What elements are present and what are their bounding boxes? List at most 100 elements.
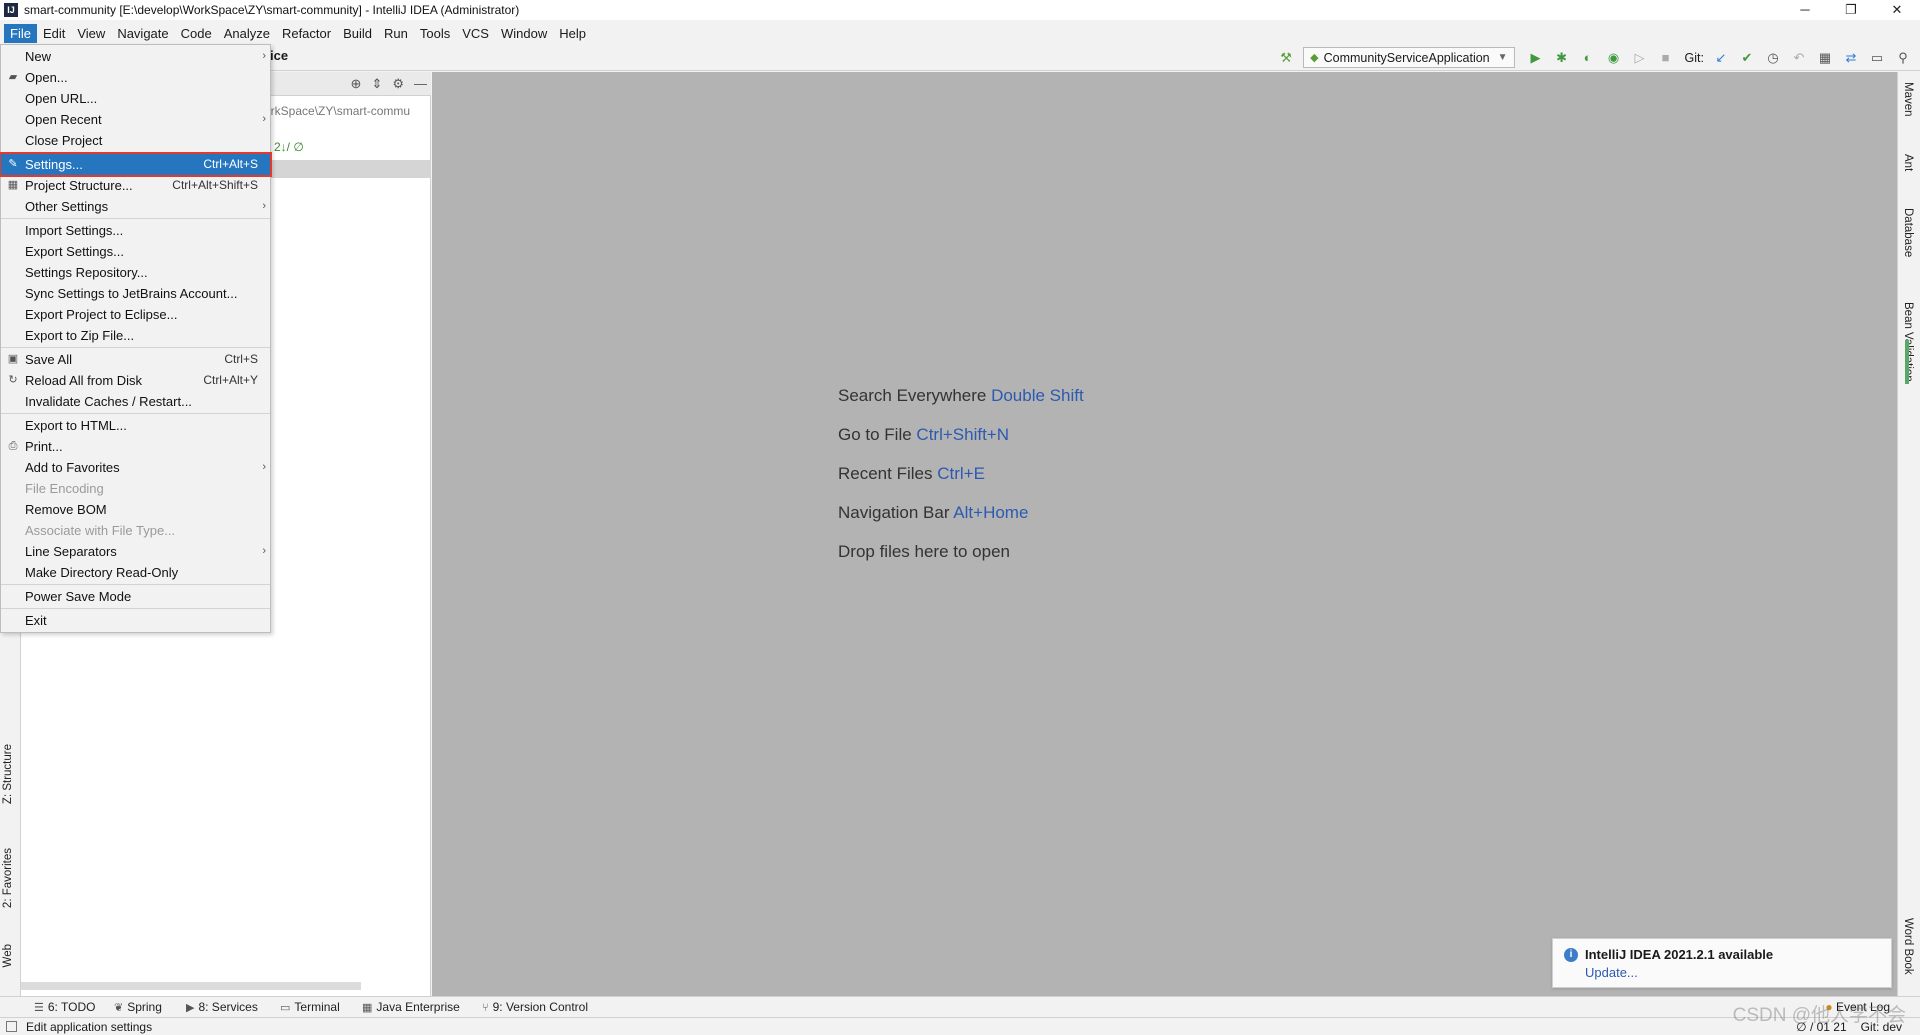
menu-item-file-encoding: File Encoding xyxy=(1,478,270,499)
menu-item-power-save-mode[interactable]: Power Save Mode xyxy=(1,586,270,607)
menu-item-label: Export to Zip File... xyxy=(25,328,135,343)
hint-search-everywhere: Search Everywhere Double Shift xyxy=(838,386,1084,405)
todo-icon: ☰ xyxy=(34,1002,44,1014)
restore-button[interactable]: ❐ xyxy=(1828,0,1874,20)
menu-item-export-project-to-eclipse[interactable]: Export Project to Eclipse... xyxy=(1,304,270,325)
hint-recent-files: Recent Files Ctrl+E xyxy=(838,464,985,483)
coverage-icon[interactable]: ◐ xyxy=(1577,47,1599,69)
menu-item-shortcut: Ctrl+S xyxy=(224,352,258,366)
menu-build[interactable]: Build xyxy=(337,24,378,43)
menu-run[interactable]: Run xyxy=(378,24,414,43)
menu-item-settings-repository[interactable]: Settings Repository... xyxy=(1,262,270,283)
bottom-tool-tabs: ☰ 6: TODO ❦ Spring ▶ 8: Services ▭ Terminal … xyxy=(0,996,1920,1017)
run-config-label: CommunityServiceApplication xyxy=(1323,50,1490,65)
menu-help[interactable]: Help xyxy=(553,24,592,43)
menu-item-export-settings[interactable]: Export Settings... xyxy=(1,241,270,262)
run-icon[interactable]: ▶ xyxy=(1525,47,1547,69)
hide-icon[interactable]: — xyxy=(414,76,427,92)
stop-icon[interactable]: ■ xyxy=(1655,47,1677,69)
menu-item-label: Settings... xyxy=(25,157,83,172)
menu-item-settings[interactable]: ✎ Settings... Ctrl+Alt+S xyxy=(0,152,272,177)
terminal-icon: ▭ xyxy=(280,1002,291,1014)
project-root-path: orkSpace\ZY\smart-commu xyxy=(264,104,411,118)
menu-analyze[interactable]: Analyze xyxy=(218,24,276,43)
menu-item-invalidate-caches-restart[interactable]: Invalidate Caches / Restart... xyxy=(1,391,270,412)
tab-web[interactable]: Web xyxy=(2,944,14,967)
search-icon[interactable]: ⚲ xyxy=(1892,47,1914,69)
menu-item-label: File Encoding xyxy=(25,481,104,496)
menu-file[interactable]: File xyxy=(4,23,37,43)
tab-ant[interactable]: Ant xyxy=(1902,154,1914,171)
menu-item-export-to-zip-file[interactable]: Export to Zip File... xyxy=(1,325,270,346)
menu-item-remove-bom[interactable]: Remove BOM xyxy=(1,499,270,520)
breadcrumb[interactable]: ice xyxy=(270,48,288,63)
menu-item-import-settings[interactable]: Import Settings... xyxy=(1,220,270,241)
menu-item-open-url[interactable]: Open URL... xyxy=(1,88,270,109)
run-config-select[interactable]: ◆ CommunityServiceApplication ▼ xyxy=(1303,47,1515,68)
menu-item-reload-all-from-disk[interactable]: ↻ Reload All from Disk Ctrl+Alt+Y xyxy=(1,370,270,391)
tab-services[interactable]: ▶ 8: Services xyxy=(186,1000,258,1014)
tab-todo[interactable]: ☰ 6: TODO xyxy=(34,1000,95,1014)
attach-icon[interactable]: ▷ xyxy=(1629,47,1651,69)
menu-edit[interactable]: Edit xyxy=(37,24,71,43)
menu-tools[interactable]: Tools xyxy=(414,24,456,43)
menu-item-print[interactable]: ⎙ Print... xyxy=(1,436,270,457)
tab-java-enterprise[interactable]: ▦ Java Enterprise xyxy=(362,1000,460,1014)
minimize-button[interactable]: ─ xyxy=(1782,0,1828,20)
project-structure-icon[interactable]: ▦ xyxy=(1814,47,1836,69)
git-update-icon[interactable]: ↙ xyxy=(1710,47,1732,69)
presentation-icon[interactable]: ▭ xyxy=(1866,47,1888,69)
menu-window[interactable]: Window xyxy=(495,24,553,43)
menu-item-other-settings[interactable]: Other Settings › xyxy=(1,196,270,217)
menu-item-project-structure[interactable]: ▦ Project Structure... Ctrl+Alt+Shift+S xyxy=(1,175,270,196)
menu-item-add-to-favorites[interactable]: Add to Favorites › xyxy=(1,457,270,478)
editor-empty-area[interactable]: Search Everywhere Double Shift Go to Fil… xyxy=(432,72,1897,996)
tab-structure[interactable]: Z: Structure xyxy=(2,744,14,804)
menu-item-label: Open URL... xyxy=(25,91,98,106)
menu-item-export-to-html[interactable]: Export to HTML... xyxy=(1,415,270,436)
menu-item-open-recent[interactable]: Open Recent › xyxy=(1,109,270,130)
menu-item-sync-settings-to-jetbrains-account[interactable]: Sync Settings to JetBrains Account... xyxy=(1,283,270,304)
menu-item-exit[interactable]: Exit xyxy=(1,610,270,631)
tab-spring[interactable]: ❦ Spring xyxy=(114,1000,162,1014)
wrench-icon: ✎ xyxy=(8,158,18,170)
chevron-right-icon: › xyxy=(262,50,266,62)
menu-view[interactable]: View xyxy=(71,24,111,43)
menu-item-make-directory-read-only[interactable]: Make Directory Read-Only xyxy=(1,562,270,583)
menu-item-line-separators[interactable]: Line Separators › xyxy=(1,541,270,562)
menu-navigate[interactable]: Navigate xyxy=(111,24,174,43)
menu-item-close-project[interactable]: Close Project xyxy=(1,130,270,151)
toggle-tool-windows-icon[interactable] xyxy=(6,1021,17,1032)
tab-maven[interactable]: Maven xyxy=(1902,82,1914,117)
menu-refactor[interactable]: Refactor xyxy=(276,24,337,43)
services-icon: ▶ xyxy=(186,1002,195,1014)
version-control-icon: ⑂ xyxy=(482,1002,489,1014)
menu-code[interactable]: Code xyxy=(175,24,218,43)
rollback-icon[interactable]: ↶ xyxy=(1788,47,1810,69)
collapse-icon[interactable]: ⇕ xyxy=(371,76,382,92)
menu-item-new[interactable]: New › xyxy=(1,46,270,67)
profile-icon[interactable]: ◉ xyxy=(1603,47,1625,69)
update-link[interactable]: Update... xyxy=(1585,965,1638,980)
tab-word-book[interactable]: Word Book xyxy=(1902,918,1914,975)
gear-icon[interactable]: ⚙ xyxy=(392,76,404,92)
file-menu-dropdown: New › ▰ Open... Open URL... Open Recent › Close… xyxy=(0,44,272,633)
history-icon[interactable]: ◷ xyxy=(1762,47,1784,69)
menu-vcs[interactable]: VCS xyxy=(456,24,495,43)
menu-item-label: Exit xyxy=(25,613,47,628)
git-commit-icon[interactable]: ✔ xyxy=(1736,47,1758,69)
chevron-right-icon: › xyxy=(262,461,266,473)
tab-database[interactable]: Database xyxy=(1902,208,1914,257)
tab-favorites[interactable]: 2: Favorites xyxy=(2,848,14,908)
translate-icon[interactable]: ⇄ xyxy=(1840,47,1862,69)
debug-icon[interactable]: ✱ xyxy=(1551,47,1573,69)
menu-item-open[interactable]: ▰ Open... xyxy=(1,67,270,88)
menu-item-label: Reload All from Disk xyxy=(25,373,143,388)
locate-icon[interactable]: ⊕ xyxy=(351,76,362,92)
tab-terminal[interactable]: ▭ Terminal xyxy=(280,1000,340,1014)
tab-version-control[interactable]: ⑂ 9: Version Control xyxy=(482,1000,588,1014)
menu-item-save-all[interactable]: ▣ Save All Ctrl+S xyxy=(1,349,270,370)
close-button[interactable]: ✕ xyxy=(1874,0,1920,20)
horizontal-scrollbar[interactable] xyxy=(21,982,361,990)
build-hammer-icon[interactable]: ⚒ xyxy=(1275,47,1297,69)
